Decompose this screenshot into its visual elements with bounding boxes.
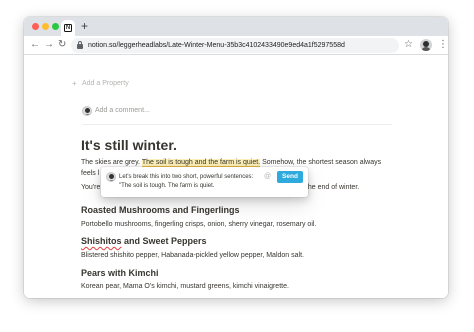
- add-comment-placeholder[interactable]: Add a comment...: [95, 107, 150, 114]
- address-bar[interactable]: notion.so/leggerheadlabs/Late-Winter-Men…: [71, 38, 399, 53]
- section-heading[interactable]: Roasted Mushrooms and Fingerlings: [81, 205, 240, 215]
- send-button[interactable]: Send: [277, 171, 303, 183]
- divider: [82, 124, 392, 125]
- kebab-menu-icon[interactable]: ⋮: [438, 38, 448, 52]
- comment-input[interactable]: Let's break this into two short, powerfu…: [119, 173, 265, 191]
- arrow-right-icon[interactable]: →: [44, 38, 54, 52]
- section-body[interactable]: Korean pear, Mama O's kimchi, mustard gr…: [81, 283, 289, 290]
- add-property-label: Add a Property: [82, 80, 129, 87]
- lock-icon[interactable]: [77, 41, 83, 49]
- comment-popover: Let's break this into two short, powerfu…: [101, 167, 308, 197]
- url-text[interactable]: notion.so/leggerheadlabs/Late-Winter-Men…: [88, 40, 345, 51]
- browser-window: N + ← → ↻ notion.so/leggerheadlabs/Late-…: [24, 17, 448, 298]
- section-heading[interactable]: Shishitos and Sweet Peppers: [81, 236, 207, 246]
- section-heading[interactable]: Pears with Kimchi: [81, 268, 159, 278]
- avatar: [106, 172, 116, 182]
- reload-icon[interactable]: ↻: [58, 38, 66, 52]
- highlighted-text[interactable]: The soil is tough and the farm is quiet.: [141, 159, 261, 167]
- plus-icon: +: [72, 79, 77, 88]
- misspelled-word[interactable]: Shishitos: [81, 236, 122, 246]
- star-icon[interactable]: ☆: [404, 39, 413, 51]
- heading-text: and Sweet Peppers: [121, 236, 207, 246]
- browser-tab[interactable]: N: [61, 20, 75, 36]
- notion-page: + Add a Property Add a comment... It's s…: [24, 55, 448, 298]
- avatar: [82, 106, 92, 116]
- notion-favicon-icon: N: [64, 24, 72, 32]
- paragraph-line[interactable]: feels l: [81, 168, 99, 179]
- profile-avatar[interactable]: [420, 39, 432, 51]
- browser-toolbar: ← → ↻ notion.so/leggerheadlabs/Late-Wint…: [24, 36, 448, 55]
- page-title[interactable]: It's still winter.: [81, 137, 177, 153]
- new-tab-button[interactable]: +: [81, 19, 88, 33]
- section-body[interactable]: Blistered shishito pepper, Habanada-pick…: [81, 252, 304, 259]
- paragraph-text: Somehow, the shortest season always: [260, 159, 382, 166]
- section-body[interactable]: Portobello mushrooms, fingerling crisps,…: [81, 221, 316, 228]
- paragraph-text: You're: [81, 184, 101, 191]
- add-property-row[interactable]: + Add a Property: [72, 79, 129, 88]
- arrow-left-icon[interactable]: ←: [30, 38, 40, 52]
- tab-bar: N +: [24, 17, 448, 36]
- minimize-window-button[interactable]: [42, 23, 49, 30]
- mention-button[interactable]: @: [264, 172, 271, 182]
- maximize-window-button[interactable]: [52, 23, 59, 30]
- close-window-button[interactable]: [32, 23, 39, 30]
- paragraph-text: The skies are grey.: [81, 159, 142, 166]
